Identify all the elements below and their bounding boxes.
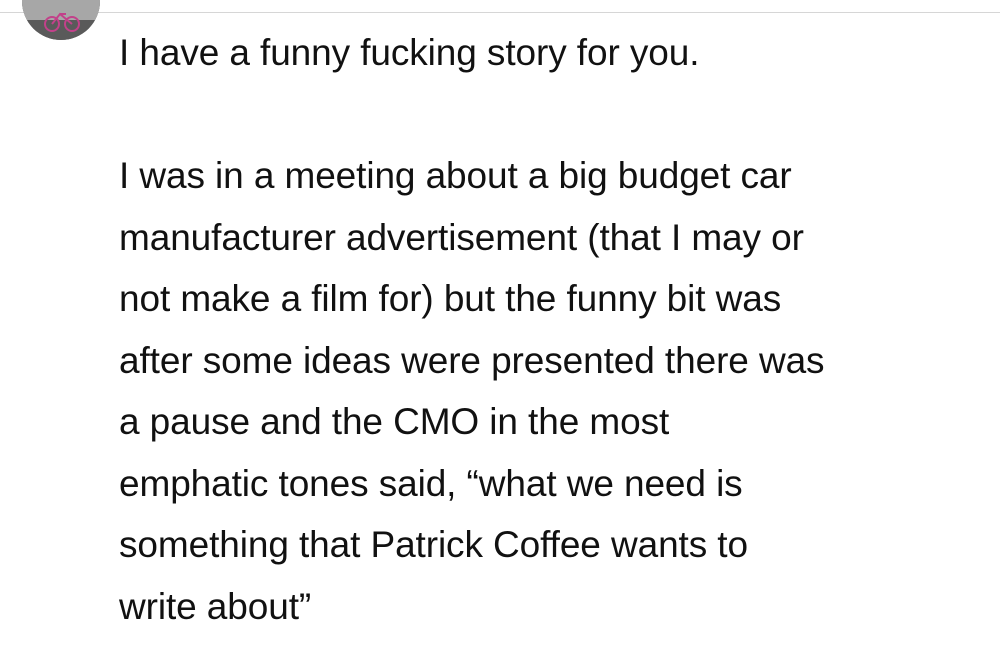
post-line-3: not make a film for) but the funny bit w… bbox=[119, 278, 782, 319]
post-line-8: write about” bbox=[119, 585, 312, 627]
avatar-bicycle-photo bbox=[22, 0, 100, 40]
top-divider bbox=[0, 12, 1000, 13]
post-opening-line: I have a funny fucking story for you. bbox=[119, 32, 700, 73]
post-body: I have a funny fucking story for you. I … bbox=[119, 22, 979, 637]
post-line-2: manufacturer advertisement (that I may o… bbox=[119, 216, 804, 258]
post-line-4: after some ideas were presented there wa… bbox=[119, 339, 825, 381]
avatar[interactable] bbox=[22, 0, 100, 40]
post-line-5: a pause and the CMO in the most bbox=[119, 401, 670, 442]
post-line-7: something that Patrick Coffee wants to bbox=[119, 524, 748, 565]
post-line-1: I was in a meeting about a big budget ca… bbox=[119, 155, 792, 196]
post-line-6: emphatic tones said, “what we need is bbox=[119, 462, 743, 504]
